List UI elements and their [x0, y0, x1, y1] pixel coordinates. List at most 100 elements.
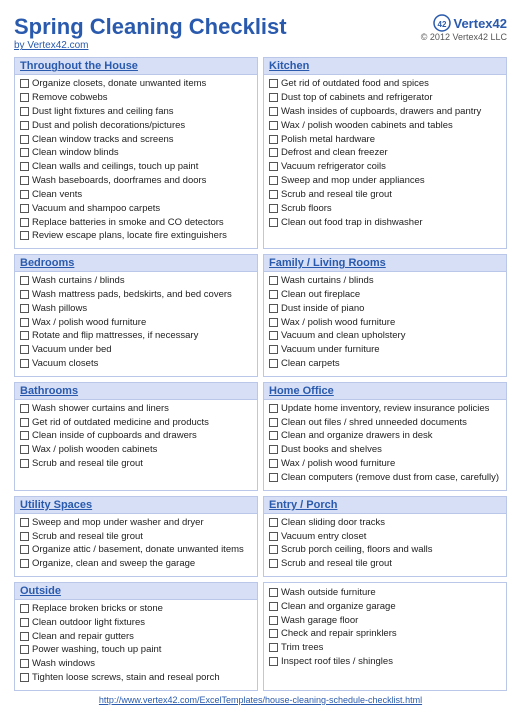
list-item: Rotate and flip mattresses, if necessary [20, 330, 252, 343]
checkbox[interactable] [20, 135, 29, 144]
footer: http://www.vertex42.com/ExcelTemplates/h… [14, 695, 507, 705]
main-grid: Throughout the HouseOrganize closets, do… [14, 57, 507, 577]
checkbox[interactable] [20, 559, 29, 568]
checkbox[interactable] [20, 418, 29, 427]
checkbox[interactable] [20, 545, 29, 554]
checkbox[interactable] [269, 107, 278, 116]
checkbox[interactable] [20, 79, 29, 88]
checkbox[interactable] [269, 304, 278, 313]
checkbox[interactable] [20, 93, 29, 102]
checkbox[interactable] [20, 673, 29, 682]
list-item: Clean out food trap in dishwasher [269, 217, 501, 230]
checkbox[interactable] [269, 418, 278, 427]
checkbox[interactable] [269, 190, 278, 199]
checkbox[interactable] [20, 345, 29, 354]
checkbox[interactable] [20, 331, 29, 340]
checkbox[interactable] [20, 645, 29, 654]
list-item: Clean inside of cupboards and drawers [20, 430, 252, 443]
checkbox[interactable] [269, 218, 278, 227]
item-label: Clean vents [32, 189, 82, 202]
item-label: Wash shower curtains and liners [32, 403, 169, 416]
checkbox[interactable] [269, 204, 278, 213]
item-label: Clean sliding door tracks [281, 517, 385, 530]
checkbox[interactable] [20, 618, 29, 627]
checkbox[interactable] [269, 629, 278, 638]
checkbox[interactable] [20, 445, 29, 454]
list-item: Wash baseboards, doorframes and doors [20, 175, 252, 188]
checkbox[interactable] [269, 121, 278, 130]
logo-icon: 42 [433, 14, 451, 32]
checkbox[interactable] [20, 659, 29, 668]
checkbox[interactable] [20, 431, 29, 440]
checkbox[interactable] [269, 345, 278, 354]
checkbox[interactable] [269, 276, 278, 285]
checkbox[interactable] [269, 445, 278, 454]
checkbox[interactable] [269, 431, 278, 440]
checkbox[interactable] [269, 559, 278, 568]
item-label: Vacuum and clean upholstery [281, 330, 405, 343]
checkbox[interactable] [269, 459, 278, 468]
list-item: Clean and repair gutters [20, 631, 252, 644]
checkbox[interactable] [20, 121, 29, 130]
checkbox[interactable] [269, 404, 278, 413]
checkbox[interactable] [269, 518, 278, 527]
checkbox[interactable] [269, 359, 278, 368]
checkbox[interactable] [20, 107, 29, 116]
checkbox[interactable] [20, 176, 29, 185]
checkbox[interactable] [269, 616, 278, 625]
checkbox[interactable] [20, 359, 29, 368]
checkbox[interactable] [269, 135, 278, 144]
checkbox[interactable] [20, 290, 29, 299]
item-label: Scrub floors [281, 203, 332, 216]
checkbox[interactable] [269, 545, 278, 554]
checkbox[interactable] [20, 204, 29, 213]
checkbox[interactable] [269, 473, 278, 482]
checkbox[interactable] [269, 290, 278, 299]
checkbox[interactable] [20, 162, 29, 171]
checkbox[interactable] [20, 632, 29, 641]
checkbox[interactable] [269, 93, 278, 102]
checkbox[interactable] [269, 643, 278, 652]
list-item: Clean sliding door tracks [269, 517, 501, 530]
list-item: Wash pillows [20, 303, 252, 316]
checkbox[interactable] [269, 657, 278, 666]
item-label: Clean and repair gutters [32, 631, 134, 644]
list-item: Replace broken bricks or stone [20, 603, 252, 616]
list-item: Update home inventory, review insurance … [269, 403, 501, 416]
checkbox[interactable] [20, 518, 29, 527]
item-label: Trim trees [281, 642, 323, 655]
checkbox[interactable] [20, 231, 29, 240]
list-item: Power washing, touch up paint [20, 644, 252, 657]
checkbox[interactable] [20, 304, 29, 313]
checkbox[interactable] [269, 318, 278, 327]
checkbox[interactable] [269, 602, 278, 611]
item-label: Replace batteries in smoke and CO detect… [32, 217, 224, 230]
checkbox[interactable] [20, 404, 29, 413]
checkbox[interactable] [20, 218, 29, 227]
item-label: Wash baseboards, doorframes and doors [32, 175, 206, 188]
checkbox[interactable] [20, 190, 29, 199]
footer-url: http://www.vertex42.com/ExcelTemplates/h… [99, 695, 422, 705]
checkbox[interactable] [20, 148, 29, 157]
checkbox[interactable] [20, 276, 29, 285]
checkbox[interactable] [20, 604, 29, 613]
checkbox[interactable] [269, 176, 278, 185]
checkbox[interactable] [20, 459, 29, 468]
checkbox[interactable] [269, 331, 278, 340]
list-item: Scrub floors [269, 203, 501, 216]
checkbox[interactable] [269, 532, 278, 541]
header-right: 42 Vertex42 © 2012 Vertex42 LLC [421, 14, 507, 42]
checkbox[interactable] [269, 162, 278, 171]
item-label: Review escape plans, locate fire extingu… [32, 230, 227, 243]
item-label: Vacuum and shampoo carpets [32, 203, 160, 216]
checkbox[interactable] [20, 532, 29, 541]
checkbox[interactable] [20, 318, 29, 327]
checkbox[interactable] [269, 79, 278, 88]
outside-right-items: Wash outside furnitureClean and organize… [269, 587, 501, 669]
page-title: Spring Cleaning Checklist [14, 14, 287, 40]
checkbox[interactable] [269, 148, 278, 157]
checkbox[interactable] [269, 588, 278, 597]
item-label: Wash pillows [32, 303, 87, 316]
item-label: Wax / polish wood furniture [32, 317, 146, 330]
list-item: Get rid of outdated food and spices [269, 78, 501, 91]
